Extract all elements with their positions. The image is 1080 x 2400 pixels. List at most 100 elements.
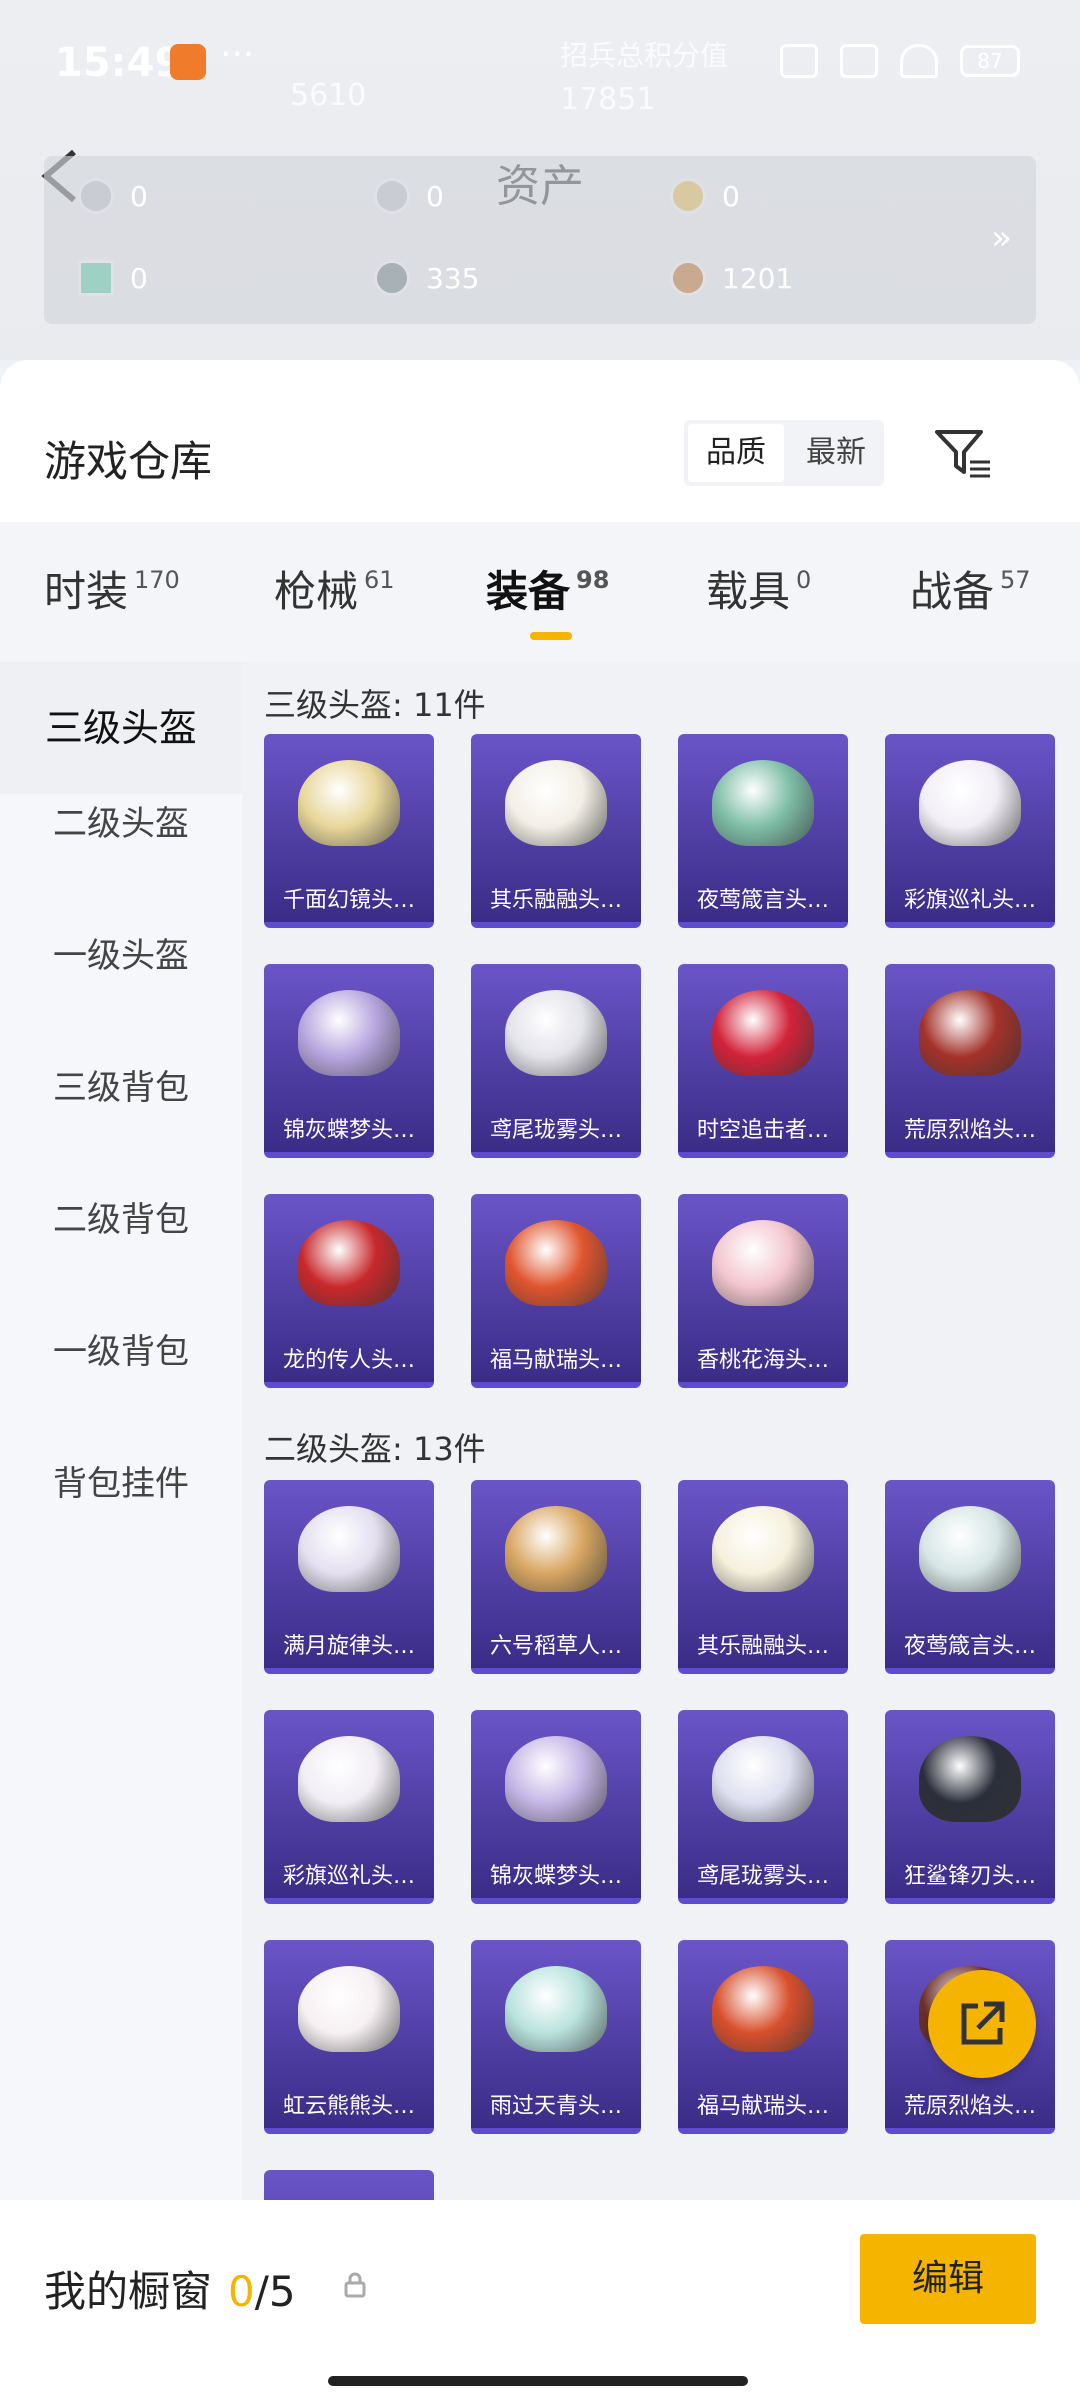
silver-coin-icon bbox=[374, 260, 410, 296]
item-name: 其乐融融头… bbox=[489, 888, 622, 913]
item-tile[interactable]: 虹云熊熊头… bbox=[264, 1940, 434, 2134]
mute-icon bbox=[780, 44, 818, 78]
item-tile[interactable]: 时空追击者… bbox=[678, 964, 848, 1158]
edit-button[interactable]: 编辑 bbox=[860, 2234, 1036, 2324]
helmet-icon bbox=[505, 1966, 607, 2052]
item-name: 雨过天青头… bbox=[489, 2094, 622, 2119]
sort-latest-option[interactable]: 最新 bbox=[788, 420, 884, 486]
gem-icon bbox=[78, 178, 114, 214]
asset-item: 1201 bbox=[670, 260, 793, 296]
sidebar-item-level3-helmet[interactable]: 三级头盔 bbox=[0, 662, 242, 794]
item-tile[interactable]: 夜莺箴言头… bbox=[885, 1480, 1055, 1674]
tab-supplies[interactable]: 战备 57 bbox=[910, 558, 1031, 619]
showcase-count: 0 bbox=[228, 2267, 255, 2316]
item-name: 锦灰蝶梦头… bbox=[489, 1864, 622, 1889]
sort-quality-option[interactable]: 品质 bbox=[688, 424, 784, 482]
helmet-icon bbox=[505, 1736, 607, 1822]
item-tile[interactable]: 夜莺箴言头… bbox=[678, 734, 848, 928]
item-tile[interactable]: 锦灰蝶梦头… bbox=[471, 1710, 641, 1904]
item-tile[interactable]: 雨过天青头… bbox=[471, 1940, 641, 2134]
card-icon bbox=[78, 260, 114, 296]
chevron-right-icon[interactable]: » bbox=[991, 218, 1012, 258]
item-tile[interactable]: 鸢尾珑雾头… bbox=[471, 964, 641, 1158]
more-notifications-icon: ··· bbox=[220, 34, 255, 75]
item-tile[interactable]: 龙的传人头… bbox=[264, 1194, 434, 1388]
helmet-icon bbox=[712, 1220, 814, 1306]
item-tile[interactable]: 狂鲨锋刃头… bbox=[885, 1710, 1055, 1904]
item-tile[interactable]: 其乐融融头… bbox=[678, 1480, 848, 1674]
asset-item: 0 bbox=[670, 178, 740, 214]
helmet-icon bbox=[298, 760, 400, 846]
sidebar-item-backpack-charm[interactable]: 背包挂件 bbox=[0, 1456, 242, 1505]
item-name: 夜莺箴言头… bbox=[903, 1634, 1036, 1659]
item-name: 福马献瑞头… bbox=[489, 1348, 622, 1373]
tab-vehicles[interactable]: 载具 0 bbox=[706, 558, 811, 619]
item-tile[interactable]: 彩旗巡礼头… bbox=[885, 734, 1055, 928]
item-tile[interactable]: 荒原烈焰头… bbox=[885, 964, 1055, 1158]
item-name: 千面幻镜头… bbox=[282, 888, 415, 913]
item-name: 虹云熊熊头… bbox=[282, 2094, 415, 2119]
helmet-icon bbox=[298, 1506, 400, 1592]
assets-header: 15:49 ··· 87 5610 17851 招兵总积分值 资产 0 0 0 … bbox=[0, 0, 1080, 360]
asset-item: 335 bbox=[374, 260, 479, 296]
sidebar-item-level2-helmet[interactable]: 二级头盔 bbox=[0, 796, 242, 845]
item-name: 龙的传人头… bbox=[282, 1348, 415, 1373]
app-notification-icon bbox=[170, 44, 206, 80]
helmet-icon bbox=[919, 1506, 1021, 1592]
helmet-icon bbox=[505, 1506, 607, 1592]
helmet-icon bbox=[712, 1736, 814, 1822]
sort-toggle[interactable]: 品质 最新 bbox=[684, 420, 884, 486]
item-tile[interactable]: 福马献瑞头… bbox=[471, 1194, 641, 1388]
helmet-icon bbox=[505, 760, 607, 846]
warehouse-title: 游戏仓库 bbox=[44, 437, 213, 486]
lock-icon bbox=[344, 2272, 366, 2298]
helmet-icon bbox=[919, 990, 1021, 1076]
wifi-icon bbox=[900, 44, 938, 78]
coin-icon bbox=[374, 178, 410, 214]
helmet-icon bbox=[298, 1220, 400, 1306]
item-name: 狂鲨锋刃头… bbox=[903, 1864, 1036, 1889]
showcase-label: 我的橱窗 0/5 bbox=[44, 2267, 296, 2316]
sidebar-item-level3-backpack[interactable]: 三级背包 bbox=[0, 1060, 242, 1109]
item-tile[interactable]: 其乐融融头… bbox=[471, 734, 641, 928]
filter-icon[interactable] bbox=[934, 428, 992, 480]
asset-panel[interactable]: 0 0 0 0 335 1201 » bbox=[44, 156, 1036, 324]
status-time: 15:49 bbox=[55, 40, 183, 86]
helmet-icon bbox=[505, 990, 607, 1076]
showcase-bar: 我的橱窗 0/5 编辑 bbox=[0, 2200, 1080, 2400]
sidebar-item-level1-helmet[interactable]: 一级头盔 bbox=[0, 928, 242, 977]
asset-item: 0 bbox=[78, 178, 148, 214]
subcategory-sidebar: 三级头盔 二级头盔 一级头盔 三级背包 二级背包 一级背包 背包挂件 bbox=[0, 662, 242, 2200]
bronze-coin-icon bbox=[670, 260, 706, 296]
item-name: 夜莺箴言头… bbox=[696, 888, 829, 913]
asset-item: 0 bbox=[78, 260, 148, 296]
home-indicator[interactable] bbox=[328, 2376, 748, 2386]
helmet-icon bbox=[919, 1736, 1021, 1822]
category-tabs: 时装 170 枪械 61 装备 98 载具 0 战备 57 bbox=[0, 522, 1080, 662]
rank-value: 5610 bbox=[290, 78, 367, 113]
item-name: 其乐融融头… bbox=[696, 1634, 829, 1659]
item-name: 满月旋律头… bbox=[282, 1634, 415, 1659]
share-button[interactable] bbox=[928, 1970, 1036, 2078]
item-tile[interactable]: 香桃花海头… bbox=[678, 1194, 848, 1388]
item-tile[interactable]: 锦灰蝶梦头… bbox=[264, 964, 434, 1158]
tab-weapons[interactable]: 枪械 61 bbox=[274, 558, 395, 619]
tab-fashion[interactable]: 时装 170 bbox=[44, 558, 180, 619]
item-tile[interactable] bbox=[264, 2170, 434, 2200]
helmet-icon bbox=[298, 990, 400, 1076]
tab-equipment[interactable]: 装备 98 bbox=[486, 558, 609, 619]
item-tile[interactable]: 鸢尾珑雾头… bbox=[678, 1710, 848, 1904]
helmet-icon bbox=[712, 760, 814, 846]
item-tile[interactable]: 六号稻草人… bbox=[471, 1480, 641, 1674]
sidebar-item-level2-backpack[interactable]: 二级背包 bbox=[0, 1192, 242, 1241]
item-name: 香桃花海头… bbox=[696, 1348, 829, 1373]
item-name: 鸢尾珑雾头… bbox=[489, 1118, 622, 1143]
item-tile[interactable]: 彩旗巡礼头… bbox=[264, 1710, 434, 1904]
item-name: 彩旗巡礼头… bbox=[903, 888, 1036, 913]
sidebar-item-level1-backpack[interactable]: 一级背包 bbox=[0, 1324, 242, 1373]
item-tile[interactable]: 福马献瑞头… bbox=[678, 1940, 848, 2134]
item-tile[interactable]: 千面幻镜头… bbox=[264, 734, 434, 928]
item-tile[interactable]: 满月旋律头… bbox=[264, 1480, 434, 1674]
showcase-total: /5 bbox=[254, 2267, 296, 2316]
helmet-icon bbox=[298, 1966, 400, 2052]
